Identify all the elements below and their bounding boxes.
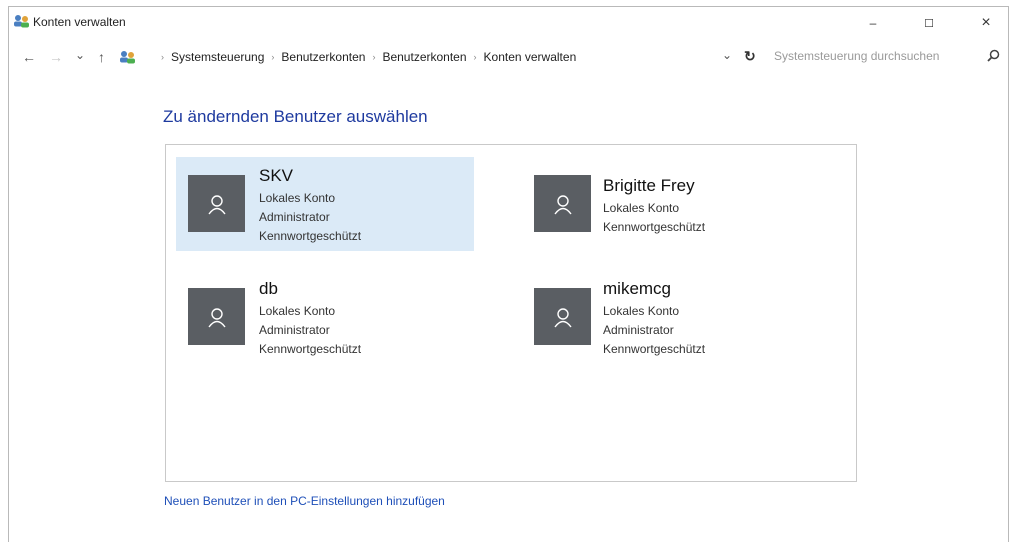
user-password-status: Kennwortgeschützt	[603, 220, 706, 234]
minimize-button[interactable]: –	[851, 10, 895, 36]
title-bar: Konten verwalten – ☐ ×	[9, 7, 1008, 37]
page-title: Zu ändernden Benutzer auswählen	[163, 107, 428, 126]
address-bar: ← → ⌄ ↑ › Systemsteuerung › Benutzerkont…	[9, 43, 1008, 71]
user-name: Brigitte Frey	[603, 176, 695, 195]
user-tile-db[interactable]: db Lokales Konto Administrator Kennwortg…	[176, 267, 474, 361]
user-role: Administrator	[259, 210, 330, 224]
breadcrumb-separator-icon: ›	[372, 52, 376, 62]
window-title: Konten verwalten	[33, 15, 126, 29]
user-password-status: Kennwortgeschützt	[603, 342, 706, 356]
breadcrumb: › Systemsteuerung › Benutzerkonten › Ben…	[161, 50, 577, 64]
users-app-icon	[13, 14, 29, 28]
user-avatar-icon	[188, 175, 245, 232]
user-avatar-icon	[534, 288, 591, 345]
address-dropdown-icon[interactable]: ⌄	[722, 47, 732, 63]
control-panel-window: Konten verwalten – ☐ × ← → ⌄ ↑ › Systems…	[8, 6, 1009, 542]
back-arrow-icon[interactable]: ←	[22, 49, 36, 65]
maximize-button[interactable]: ☐	[907, 10, 951, 36]
breadcrumb-item-konten-verwalten[interactable]: Konten verwalten	[484, 50, 577, 64]
breadcrumb-separator-icon: ›	[161, 52, 164, 62]
user-list-panel: SKV Lokales Konto Administrator Kennwort…	[165, 144, 857, 482]
close-button[interactable]: ×	[964, 10, 1008, 36]
user-role: Administrator	[259, 323, 330, 337]
breadcrumb-item-benutzerkonten[interactable]: Benutzerkonten	[281, 50, 365, 64]
search-input[interactable]: Systemsteuerung durchsuchen	[774, 46, 979, 66]
user-tile-brigitte-frey[interactable]: Brigitte Frey Lokales Konto Kennwortgesc…	[522, 157, 822, 251]
user-password-status: Kennwortgeschützt	[259, 342, 362, 356]
breadcrumb-item-benutzerkonten-sub[interactable]: Benutzerkonten	[382, 50, 466, 64]
refresh-icon[interactable]: ↻	[744, 48, 756, 64]
breadcrumb-item-systemsteuerung[interactable]: Systemsteuerung	[171, 50, 264, 64]
user-account-type: Lokales Konto	[259, 191, 336, 205]
user-account-type: Lokales Konto	[603, 304, 680, 318]
search-icon[interactable]	[987, 49, 1000, 67]
up-arrow-icon[interactable]: ↑	[98, 49, 105, 65]
user-tile-skv[interactable]: SKV Lokales Konto Administrator Kennwort…	[176, 157, 474, 251]
breadcrumb-separator-icon: ›	[473, 52, 477, 62]
recent-locations-icon[interactable]: ⌄	[75, 47, 85, 63]
add-user-link[interactable]: Neuen Benutzer in den PC-Einstellungen h…	[164, 494, 445, 508]
user-avatar-icon	[534, 175, 591, 232]
user-account-type: Lokales Konto	[259, 304, 336, 318]
user-account-type: Lokales Konto	[603, 201, 680, 215]
location-users-icon	[119, 50, 137, 69]
user-role: Administrator	[603, 323, 674, 337]
user-name: SKV	[259, 166, 294, 185]
user-name: mikemcg	[603, 279, 672, 298]
breadcrumb-separator-icon: ›	[271, 52, 275, 62]
user-name: db	[259, 279, 278, 298]
user-avatar-icon	[188, 288, 245, 345]
user-tile-mikemcg[interactable]: mikemcg Lokales Konto Administrator Kenn…	[522, 267, 822, 361]
user-password-status: Kennwortgeschützt	[259, 229, 362, 243]
forward-arrow-icon[interactable]: →	[49, 49, 63, 65]
